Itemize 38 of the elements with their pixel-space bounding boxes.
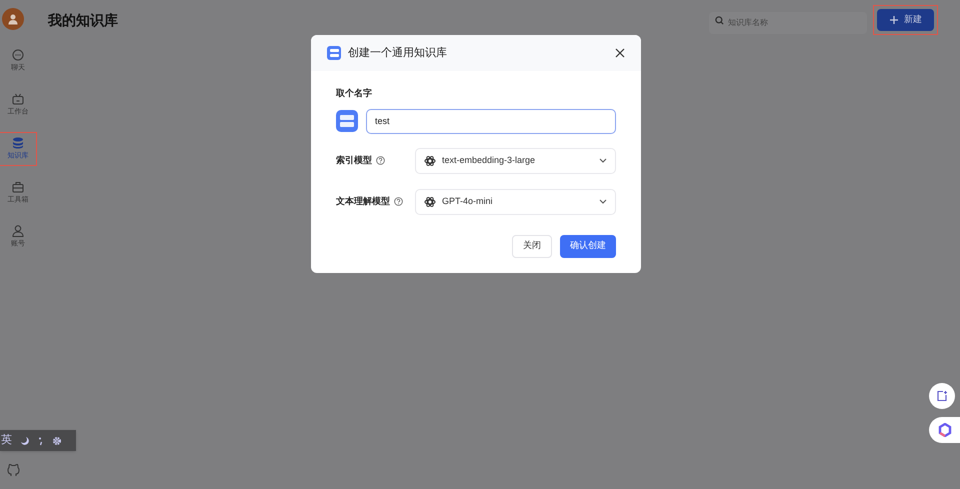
- punctuation-icon[interactable]: [38, 436, 44, 446]
- model-select[interactable]: text-embedding-3-large: [415, 148, 616, 174]
- help-icon[interactable]: [394, 197, 403, 206]
- new-button[interactable]: 新建: [877, 9, 934, 31]
- page-title: 我的知识库: [48, 10, 118, 30]
- plus-icon: [889, 15, 899, 25]
- input-mode-label[interactable]: 英: [1, 432, 12, 449]
- help-icon[interactable]: [376, 156, 385, 165]
- database-icon: [327, 46, 341, 60]
- name-input[interactable]: test: [366, 108, 616, 134]
- github-icon[interactable]: [7, 463, 20, 477]
- avatar-icon[interactable]: [2, 8, 24, 30]
- moon-icon[interactable]: [20, 436, 30, 446]
- chat-icon: [12, 49, 24, 61]
- dialog-title: 创建一个通用知识库: [348, 46, 447, 61]
- hexagon-icon: [938, 423, 952, 437]
- model-select[interactable]: GPT-4o-mini: [415, 188, 616, 214]
- openai-icon: [424, 154, 436, 166]
- chevron-icon: [599, 199, 607, 204]
- search-icon: [715, 16, 724, 24]
- database-icon: [12, 137, 24, 149]
- toolbox-icon: [12, 181, 24, 193]
- database-icon[interactable]: [336, 110, 358, 132]
- field-label: 文本理解模型: [336, 194, 390, 208]
- chevron-icon: [599, 158, 607, 163]
- note-plus-icon: [936, 390, 948, 402]
- confirm-button[interactable]: 确认创建: [560, 234, 616, 258]
- user-icon: [12, 225, 24, 237]
- assistant-button[interactable]: [929, 417, 960, 443]
- robot-icon: [12, 93, 24, 105]
- close-icon[interactable]: [615, 48, 625, 58]
- field-label: 索引模型: [336, 154, 372, 167]
- settings-icon[interactable]: [52, 436, 62, 446]
- openai-icon: [424, 196, 436, 208]
- field-label: 取个名字: [336, 87, 373, 100]
- search-field[interactable]: 知识库名称: [709, 12, 867, 34]
- close-button[interactable]: 关闭: [512, 234, 552, 258]
- note-button[interactable]: [929, 383, 955, 409]
